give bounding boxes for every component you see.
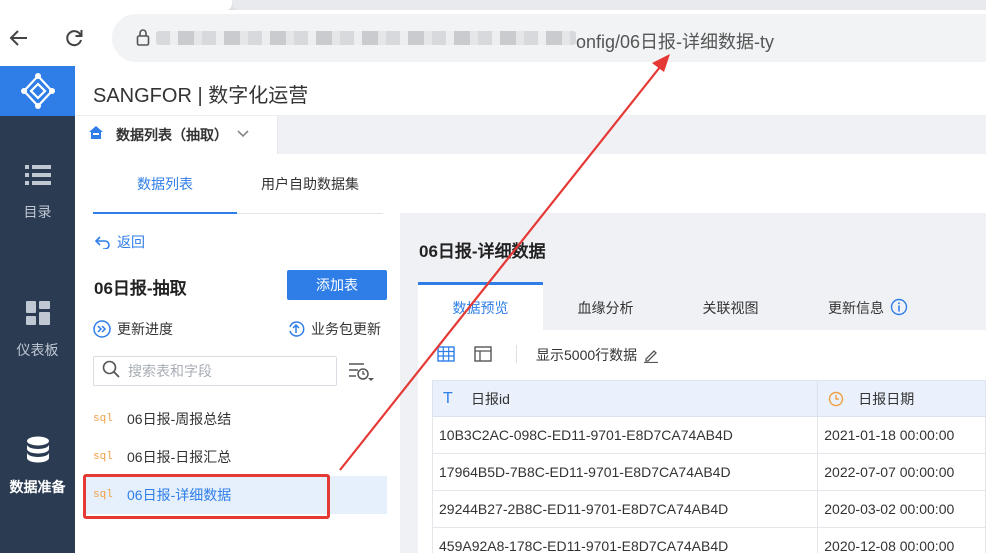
detail-title: 06日报-详细数据 [419,242,546,261]
address-bar[interactable]: onfig/06日报-详细数据-ty [112,14,986,62]
update-progress-button[interactable]: 更新进度 [93,319,173,339]
nav-catalog[interactable]: 目录 [0,158,75,238]
logo-icon [20,73,55,109]
table-cell[interactable]: 17964B5D-7B8C-ED11-9701-E8D7CA74AB4D [431,453,819,491]
row-count-label: 显示5000行数据 [536,347,638,363]
update-progress-label: 更新进度 [117,321,173,337]
info-icon[interactable] [890,298,908,316]
table-grid-icon[interactable] [437,346,455,367]
sql-tag: sql [93,489,113,501]
edit-pencil-icon[interactable] [643,347,659,363]
tab-update-info[interactable]: 更新信息 [793,282,943,330]
table-cell[interactable]: 29244B27-2B8C-ED11-9701-E8D7CA74AB4D [431,490,819,528]
nav-catalog-label: 目录 [23,204,52,220]
table-header-row: T 日报id 日报日期 [431,380,986,417]
subbar-background [278,116,986,154]
tab-self-service-dataset[interactable]: 用户自助数据集 [243,164,377,214]
tab-update-info-label: 更新信息 [828,300,885,316]
screen: onfig/06日报-详细数据-ty 目录 仪表板 数据准备 SANGFOR |… [0,0,986,553]
sql-tag: sql [93,413,113,425]
table-cell[interactable]: 2020-03-02 00:00:00 [817,490,986,528]
home-icon [88,125,104,145]
package-selector-label: 数据列表（抽取） [116,127,228,143]
toolbar-divider [516,345,517,363]
row-count-setting[interactable]: 显示5000行数据 [536,345,659,365]
detail-tabs: 数据预览 血缘分析 关联视图 更新信息 [418,282,986,330]
inactive-tab-edge[interactable] [232,0,986,10]
table-cell[interactable]: 2021-01-18 00:00:00 [817,416,986,454]
brand-title: SANGFOR | 数字化运营 [93,85,309,107]
lock-icon [136,28,150,51]
database-icon [26,433,50,467]
left-tabs: 数据列表 用户自助数据集 [93,164,383,214]
list-item-selected[interactable]: sql 06日报-详细数据 [83,476,387,514]
clock-type-icon [829,391,844,406]
package-update-button[interactable]: 业务包更新 [287,319,381,339]
list-icon [24,158,51,192]
search-box [93,356,337,386]
back-arrow-icon[interactable] [3,22,35,54]
redacted-url-part [156,31,576,45]
dataset-name: 06日报-详细数据 [127,487,232,503]
column-header[interactable]: T 日报id [431,380,819,417]
main-sidebar: 目录 仪表板 数据准备 [0,66,75,553]
tab-lineage[interactable]: 血缘分析 [543,282,668,330]
reload-icon[interactable] [58,22,90,54]
active-tab-edge[interactable] [0,0,232,10]
dataset-list: sql 06日报-周报总结 sql 06日报-日报汇总 sql 06日报-详细数… [83,400,387,514]
dashboard-grid-icon [25,296,50,330]
search-input[interactable] [128,363,328,379]
table-cell[interactable]: 2020-12-08 00:00:00 [817,527,986,553]
search-icon [102,360,120,383]
list-item[interactable]: sql 06日报-日报汇总 [83,438,387,476]
dataset-name: 06日报-日报汇总 [127,449,232,465]
column-header[interactable]: 日报日期 [817,380,986,417]
return-icon [95,236,110,249]
table-cell[interactable]: 2022-07-07 00:00:00 [817,453,986,491]
app-header: SANGFOR | 数字化运营 [75,66,986,116]
chevron-down-icon [236,126,250,144]
package-selector[interactable]: 数据列表（抽取） [75,116,278,154]
table-row: 17964B5D-7B8C-ED11-9701-E8D7CA74AB4D 202… [431,453,986,491]
sql-tag: sql [93,451,113,463]
column-header-label: 日报日期 [858,390,915,407]
dataset-name: 06日报-周报总结 [127,411,232,427]
table-cell[interactable]: 459A92A8-178C-ED11-9701-E8D7CA74AB4D [431,527,819,553]
table-row: 29244B27-2B8C-ED11-9701-E8D7CA74AB4D 202… [431,490,986,528]
nav-dashboard[interactable]: 仪表板 [0,296,75,376]
url-text[interactable]: onfig/06日报-详细数据-ty [576,28,774,54]
nav-data-prep-label: 数据准备 [9,479,66,495]
logo[interactable] [0,66,75,116]
tab-data-list[interactable]: 数据列表 [93,164,237,214]
sort-filter-icon[interactable] [348,361,374,388]
add-table-button[interactable]: 添加表 [287,270,387,300]
column-header-label: 日报id [471,390,510,407]
list-item[interactable]: sql 06日报-周报总结 [83,400,387,438]
nav-data-prep[interactable]: 数据准备 [0,433,75,513]
layout-panel-icon[interactable] [474,346,492,367]
browser-chrome: onfig/06日报-详细数据-ty [0,0,986,66]
back-label: 返回 [117,234,145,250]
nav-dashboard-label: 仪表板 [16,342,59,358]
text-type-icon: T [443,389,453,407]
table-row: 459A92A8-178C-ED11-9701-E8D7CA74AB4D 202… [431,527,986,553]
tab-data-preview[interactable]: 数据预览 [418,282,543,330]
fast-forward-icon [93,320,111,338]
preview-table: T 日报id 日报日期 10B3C2AC-098C-ED11-9701-E8D7… [431,380,986,553]
tab-relation-view[interactable]: 关联视图 [668,282,793,330]
upload-circle-icon [289,321,305,337]
package-title: 06日报-抽取 [94,279,187,298]
table-row: 10B3C2AC-098C-ED11-9701-E8D7CA74AB4D 202… [431,416,986,454]
back-link[interactable]: 返回 [95,232,145,252]
package-update-label: 业务包更新 [311,321,381,337]
table-cell[interactable]: 10B3C2AC-098C-ED11-9701-E8D7CA74AB4D [431,416,819,454]
